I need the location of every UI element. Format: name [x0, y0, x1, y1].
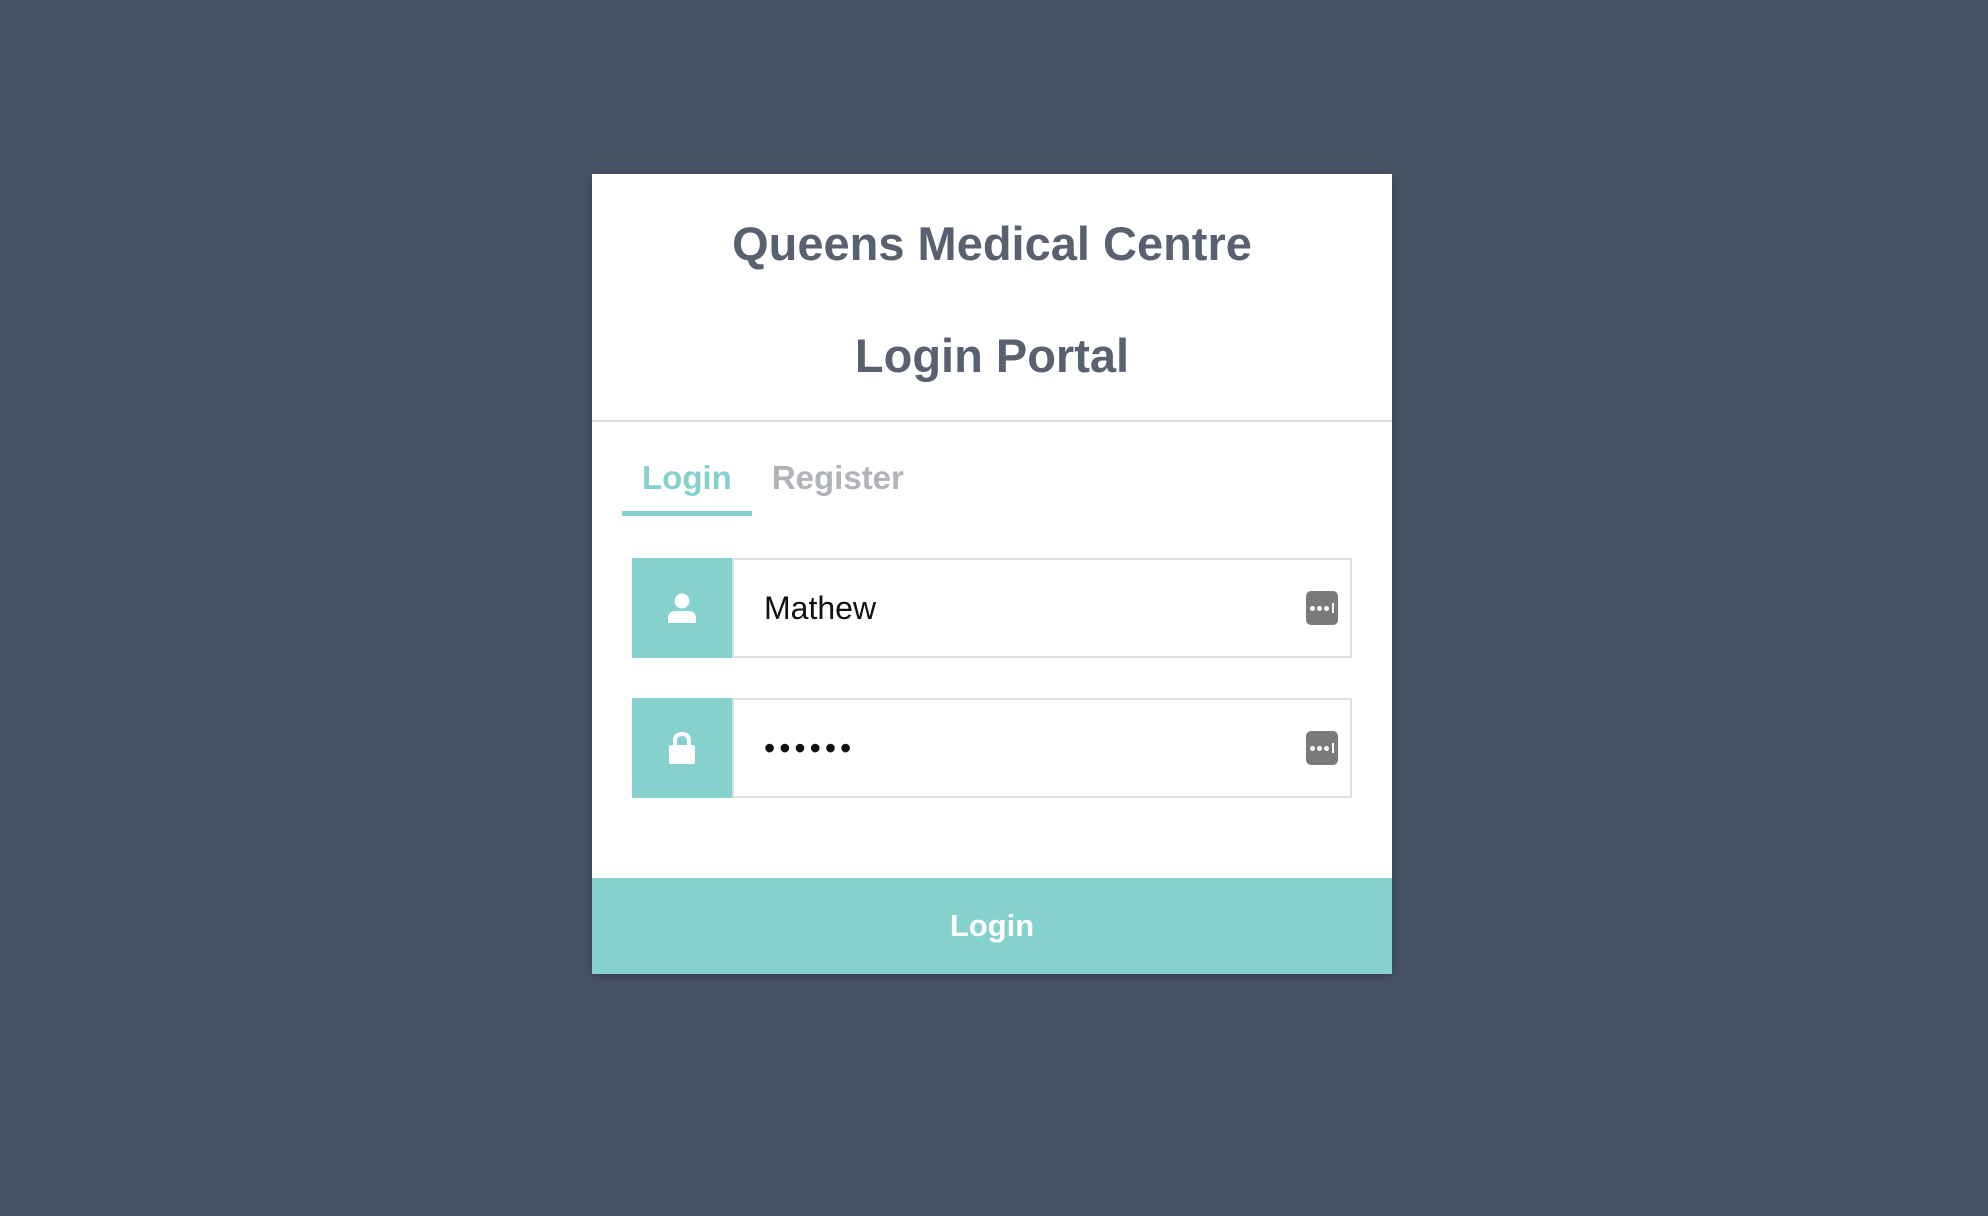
username-input[interactable]: [734, 560, 1350, 656]
lock-icon: [632, 698, 732, 798]
user-icon: [632, 558, 732, 658]
organization-title: Queens Medical Centre: [732, 217, 1252, 270]
tab-register[interactable]: Register: [752, 454, 924, 516]
login-card: Queens Medical Centre Login Portal Login…: [592, 174, 1392, 974]
portal-title: Login Portal: [854, 329, 1130, 382]
auth-tabs: Login Register: [622, 454, 924, 516]
password-input[interactable]: [734, 700, 1350, 796]
password-manager-key-icon[interactable]: [1306, 591, 1338, 625]
password-manager-key-icon[interactable]: [1306, 731, 1338, 765]
login-button[interactable]: Login: [592, 878, 1392, 974]
password-field: [632, 698, 1352, 798]
tab-login[interactable]: Login: [622, 454, 752, 516]
card-header: Queens Medical Centre Login Portal: [592, 174, 1392, 422]
username-field: [632, 558, 1352, 658]
username-input-wrapper: [732, 558, 1352, 658]
password-input-wrapper: [732, 698, 1352, 798]
